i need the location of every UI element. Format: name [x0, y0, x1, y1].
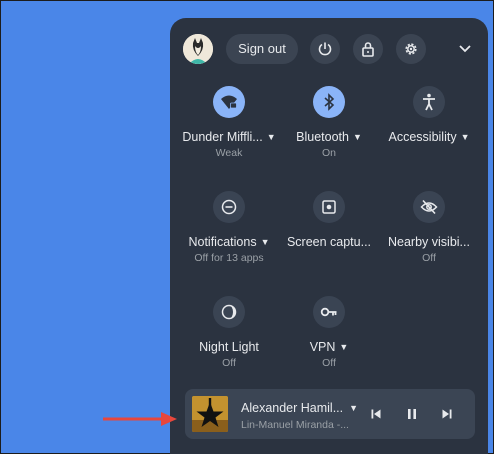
tile-bluetooth[interactable]: Bluetooth ▼ On — [276, 86, 382, 160]
dropdown-arrow-icon: ▼ — [349, 403, 359, 413]
nearby-visibility-status: Off — [422, 252, 436, 264]
media-artist: Lin-Manuel Miranda -... — [241, 419, 349, 431]
accessibility-icon — [423, 93, 435, 111]
night-light-label[interactable]: Night Light — [176, 339, 282, 355]
power-button[interactable] — [310, 34, 340, 64]
dropdown-arrow-icon: ▼ — [352, 132, 362, 142]
network-label[interactable]: Dunder Miffli... ▼ — [176, 129, 282, 145]
nearby-visibility-toggle[interactable] — [413, 191, 445, 223]
quick-settings-panel: Sign out Dunder Miffli... ▼ Weak Bluetoo… — [170, 18, 488, 454]
wifi-icon — [221, 95, 237, 109]
dropdown-arrow-icon: ▼ — [266, 132, 276, 142]
chevron-down-icon — [459, 45, 471, 53]
dropdown-arrow-icon: ▼ — [460, 132, 470, 142]
network-status: Weak — [215, 147, 243, 159]
previous-track-button[interactable] — [366, 404, 386, 424]
media-title[interactable]: Alexander Hamil... ▼ — [241, 401, 358, 415]
screen-capture-label[interactable]: Screen captu... — [276, 234, 382, 250]
avatar[interactable] — [183, 34, 213, 64]
vpn-label[interactable]: VPN ▼ — [276, 339, 382, 355]
screen-capture-toggle[interactable] — [313, 191, 345, 223]
network-toggle[interactable] — [213, 86, 245, 118]
screen-capture-icon — [322, 200, 336, 214]
bluetooth-status: On — [321, 147, 336, 159]
vpn-toggle[interactable] — [313, 296, 345, 328]
header-row: Sign out — [170, 34, 488, 64]
lock-button[interactable] — [353, 34, 383, 64]
desktop-background: { "header": { "sign_out_label": "Sign ou… — [0, 0, 494, 454]
next-track-icon — [442, 409, 452, 419]
accessibility-toggle[interactable] — [413, 86, 445, 118]
lock-icon — [362, 42, 374, 57]
collapse-button[interactable] — [450, 34, 480, 64]
next-track-button[interactable] — [437, 404, 457, 424]
do-not-disturb-icon — [221, 199, 237, 215]
tile-network[interactable]: Dunder Miffli... ▼ Weak — [176, 86, 282, 160]
sign-out-button[interactable]: Sign out — [226, 34, 298, 64]
bluetooth-icon — [324, 93, 335, 111]
vpn-key-icon — [320, 307, 337, 317]
album-art-star-image — [192, 396, 228, 432]
previous-track-icon — [371, 409, 381, 419]
tile-notifications[interactable]: Notifications ▼ Off for 13 apps — [176, 191, 282, 265]
notifications-status: Off for 13 apps — [194, 252, 264, 264]
album-art — [192, 396, 228, 432]
tile-accessibility[interactable]: Accessibility ▼ — [376, 86, 482, 160]
tile-vpn[interactable]: VPN ▼ Off — [276, 296, 382, 370]
pause-button[interactable] — [402, 404, 422, 424]
notifications-toggle[interactable] — [213, 191, 245, 223]
night-light-icon — [221, 304, 237, 320]
accessibility-status — [376, 146, 482, 160]
bluetooth-label[interactable]: Bluetooth ▼ — [276, 129, 382, 145]
notifications-label[interactable]: Notifications ▼ — [176, 234, 282, 250]
tile-nearby-visibility[interactable]: Nearby visibi... Off — [376, 191, 482, 265]
dropdown-arrow-icon: ▼ — [260, 237, 270, 247]
visibility-off-icon — [420, 199, 438, 215]
dropdown-arrow-icon: ▼ — [339, 342, 349, 352]
power-icon — [318, 42, 332, 56]
accessibility-label[interactable]: Accessibility ▼ — [376, 129, 482, 145]
user-avatar-image — [183, 34, 213, 64]
settings-button[interactable] — [396, 34, 426, 64]
night-light-toggle[interactable] — [213, 296, 245, 328]
gear-icon — [405, 43, 417, 55]
night-light-status: Off — [222, 357, 236, 369]
pause-icon — [408, 409, 416, 419]
media-controls-card[interactable]: Alexander Hamil... ▼ Lin-Manuel Miranda -… — [185, 389, 475, 439]
tile-night-light[interactable]: Night Light Off — [176, 296, 282, 370]
vpn-status: Off — [322, 357, 336, 369]
screen-capture-status — [276, 251, 382, 265]
nearby-visibility-label[interactable]: Nearby visibi... — [376, 234, 482, 250]
annotation-arrow-icon — [103, 412, 177, 426]
bluetooth-toggle[interactable] — [313, 86, 345, 118]
tile-screen-capture[interactable]: Screen captu... — [276, 191, 382, 265]
